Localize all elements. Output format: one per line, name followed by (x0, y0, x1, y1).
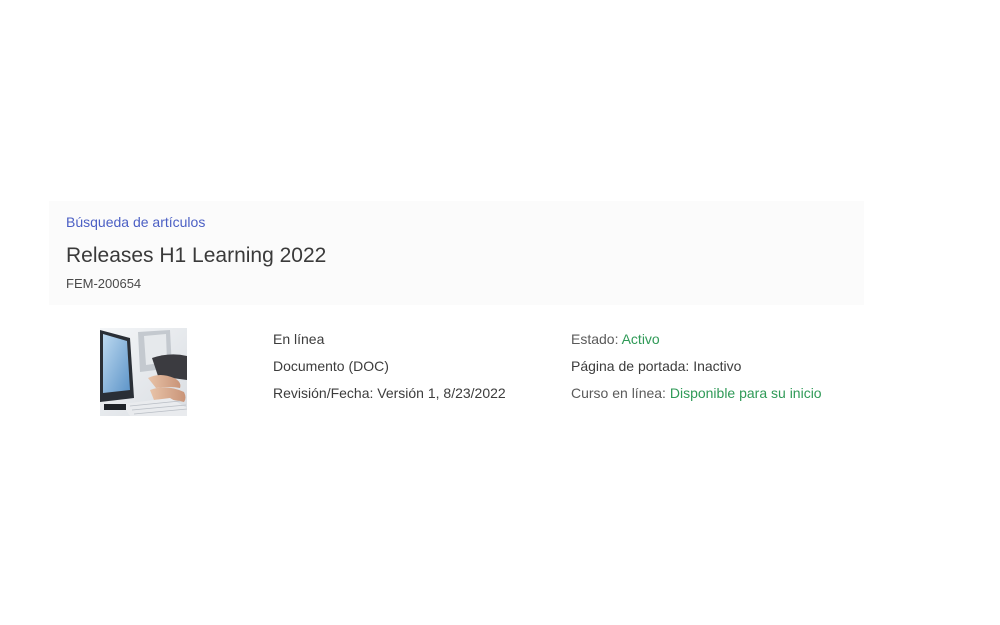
status-row: Estado: Activo (571, 331, 822, 358)
status-label: Estado: (571, 331, 622, 347)
breadcrumb-link[interactable]: Búsqueda de artículos (66, 214, 205, 230)
item-details-left: En línea Documento (DOC) Revisión/Fecha:… (273, 331, 506, 412)
cover-page-row: Página de portada: Inactivo (571, 358, 742, 374)
online-course-row: Curso en línea: Disponible para su inici… (571, 385, 822, 412)
delivery-method: En línea (273, 331, 325, 347)
page-title: Releases H1 Learning 2022 (66, 244, 327, 267)
computer-keyboard-photo-icon (100, 328, 187, 416)
item-details-right: Estado: Activo Página de portada: Inacti… (571, 331, 822, 412)
online-course-value: Disponible para su inicio (669, 385, 822, 401)
item-type: Documento (DOC) (273, 358, 389, 374)
online-course-label: Curso en línea: (571, 385, 670, 401)
item-thumbnail (100, 328, 187, 416)
revision-date: Revisión/Fecha: Versión 1, 8/23/2022 (273, 385, 506, 401)
item-detail-page: Búsqueda de artículos Releases H1 Learni… (0, 0, 1000, 625)
item-header: Búsqueda de artículos Releases H1 Learni… (49, 201, 864, 305)
status-value: Activo (621, 331, 660, 347)
item-id: FEM-200654 (66, 276, 142, 291)
